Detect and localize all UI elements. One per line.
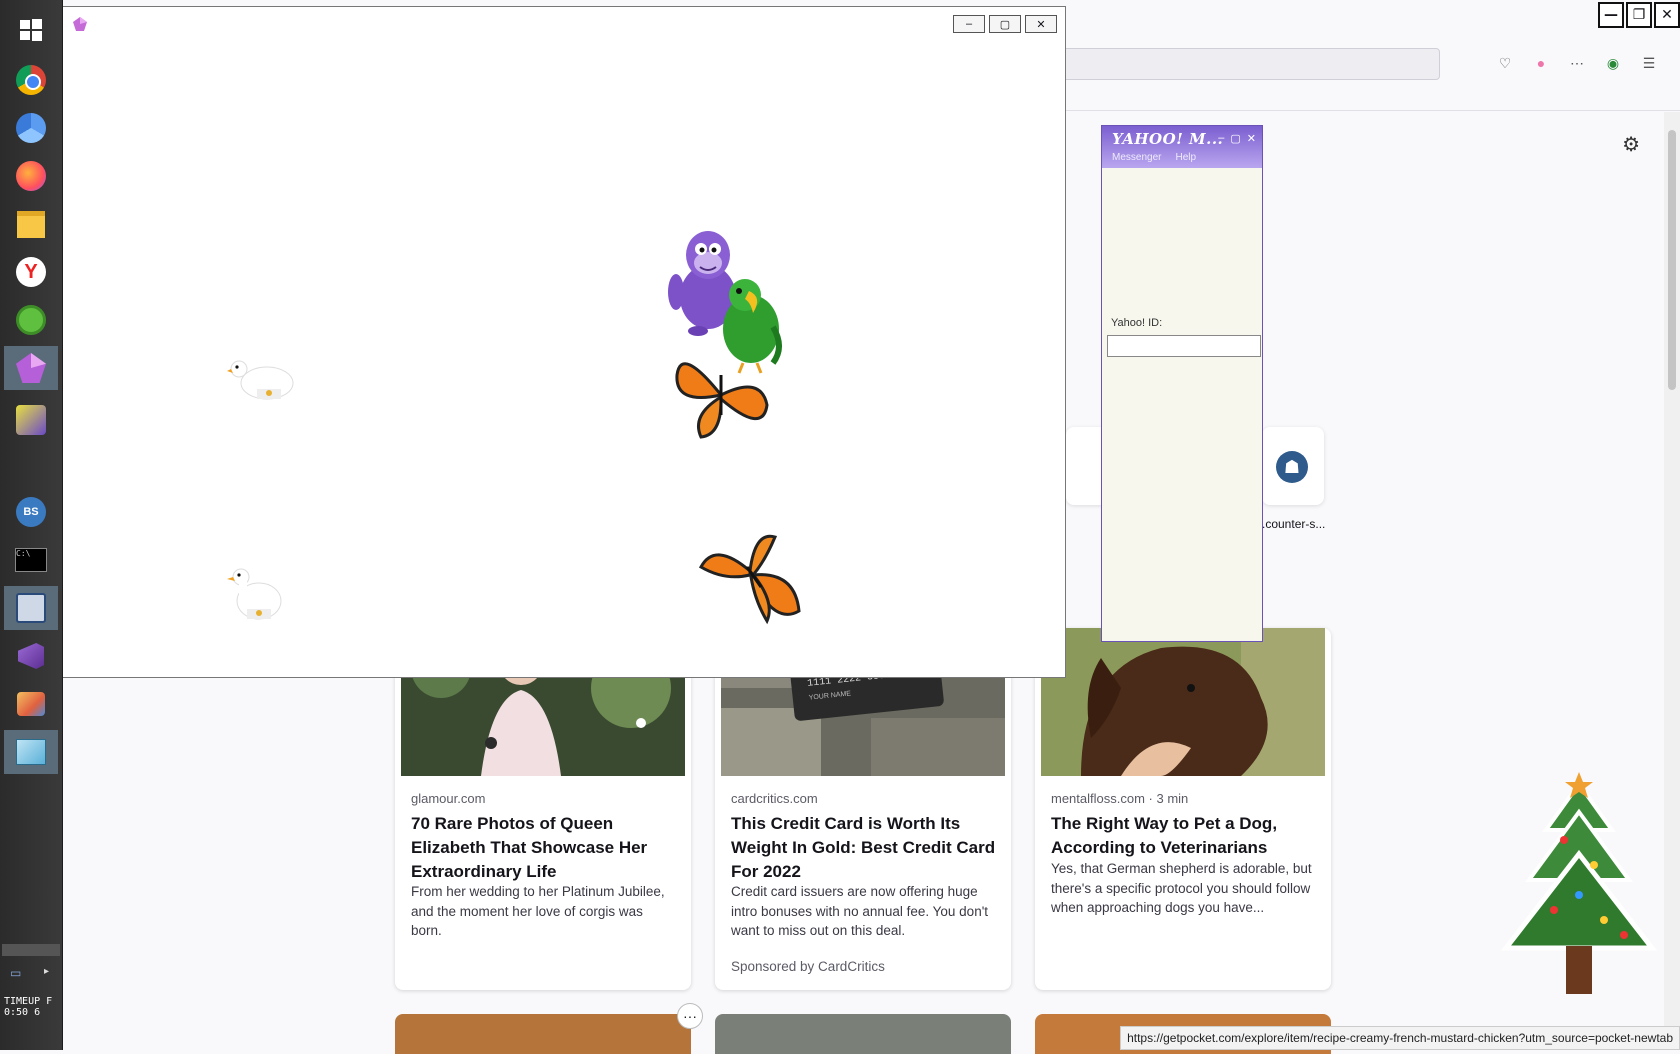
minimize-button[interactable]: –	[953, 15, 985, 33]
christmas-tree-icon[interactable]	[1494, 770, 1664, 1002]
address-bar[interactable]	[1030, 48, 1440, 80]
globe-icon[interactable]: ◉	[1604, 54, 1622, 72]
story-card-partial[interactable]	[715, 1014, 1011, 1054]
butterfly-sprite[interactable]	[695, 531, 805, 627]
taskbar-virtualbox[interactable]	[4, 586, 58, 630]
extension-icon[interactable]: ⋯	[1568, 54, 1586, 72]
story-title[interactable]: 70 Rare Photos of Queen Elizabeth That S…	[411, 812, 677, 884]
maximize-icon[interactable]: ▢	[1230, 132, 1240, 145]
virtualbox-icon	[16, 593, 46, 623]
close-icon[interactable]: ✕	[1247, 132, 1256, 145]
taskbar-firefox[interactable]	[4, 154, 58, 198]
butterfly-sprite[interactable]	[671, 345, 771, 441]
story-excerpt: Yes, that German shepherd is adorable, b…	[1051, 861, 1312, 915]
menu-help[interactable]: Help	[1175, 152, 1196, 163]
taskbar-yandex[interactable]: Y	[4, 250, 58, 294]
clock-label: TIMEUP F	[4, 996, 53, 1007]
taskbar-clock[interactable]: TIMEUP F 0:50 6	[4, 996, 60, 1018]
taskbar-chrome[interactable]	[4, 58, 58, 102]
toolbar-icons: ♡ ● ⋯ ◉ ☰	[1496, 54, 1658, 72]
dog-photo	[1041, 628, 1325, 776]
bonzi-gem-icon	[73, 17, 87, 31]
menu-messenger[interactable]: Messenger	[1112, 152, 1161, 163]
firefox-icon	[16, 161, 46, 191]
more-options-button[interactable]: ···	[677, 1003, 703, 1029]
story-title[interactable]: The Right Way to Pet a Dog, According to…	[1051, 812, 1317, 860]
green-app-icon	[16, 305, 46, 335]
tablet-icon	[16, 739, 46, 765]
clock-value: 0:50 6	[4, 1007, 41, 1018]
bonzi-window-controls: – ▢ ✕	[953, 15, 1057, 33]
yahoo-window-controls: – ▢ ✕	[1218, 132, 1256, 145]
gear-icon[interactable]: ⚙	[1622, 132, 1640, 157]
paint-icon	[17, 692, 45, 716]
story-excerpt: From her wedding to her Platinum Jubilee…	[411, 884, 665, 938]
restore-button[interactable]: ❐	[1626, 2, 1652, 28]
smiley-icon	[16, 405, 46, 435]
taskbar-chromium[interactable]	[4, 106, 58, 150]
taskbar-scrollbar[interactable]	[2, 944, 60, 956]
taskbar-bonzi-buddy[interactable]	[4, 398, 58, 442]
yahoo-title: YAHOO! M...	[1112, 130, 1224, 148]
taskbar-green-app[interactable]	[4, 298, 58, 342]
story-card-partial[interactable]	[395, 1014, 691, 1054]
minimize-button[interactable]: —	[1598, 2, 1624, 28]
story-source: mentalfloss.com · 3 min	[1051, 791, 1189, 806]
windows-start-button[interactable]	[4, 8, 58, 52]
counter-strike-icon: ☗	[1276, 451, 1308, 483]
windows-logo-icon	[20, 19, 42, 41]
taskbar-paint[interactable]	[4, 682, 58, 726]
yahoo-menu: Messenger Help	[1112, 152, 1196, 163]
flag-icon[interactable]: ●	[1532, 54, 1550, 72]
tray-monitor-icon[interactable]: ▭	[10, 966, 21, 980]
maximize-button[interactable]: ▢	[989, 15, 1021, 33]
taskbar-visual-studio[interactable]	[4, 634, 58, 678]
story-title[interactable]: This Credit Card is Worth Its Weight In …	[731, 812, 997, 884]
gem-icon	[16, 353, 46, 383]
yahoo-id-label: Yahoo! ID:	[1111, 317, 1163, 329]
shortcut-tile-counter-strike[interactable]: ☗	[1262, 427, 1324, 505]
close-button[interactable]: ✕	[1654, 2, 1680, 28]
window-controls: — ❐ ✕	[1598, 2, 1680, 28]
bonzi-titlebar[interactable]: – ▢ ✕	[63, 7, 1065, 39]
yahoo-titlebar[interactable]: YAHOO! M... – ▢ ✕ Messenger Help	[1102, 126, 1262, 168]
scroll-thumb[interactable]	[1668, 130, 1676, 390]
yahoo-id-input[interactable]	[1107, 335, 1261, 357]
shortcut-label: .counter-s...	[1262, 517, 1326, 531]
goose-sprite[interactable]	[227, 355, 297, 407]
story-card[interactable]: mentalfloss.com · 3 min The Right Way to…	[1035, 628, 1331, 990]
taskbar-tablet-app[interactable]	[4, 730, 58, 774]
chromium-icon	[16, 113, 46, 143]
story-card[interactable]: 1111 2222 3333 4444 YOUR NAME cardcritic…	[715, 628, 1011, 990]
taskbar-file-explorer[interactable]	[4, 202, 58, 246]
story-excerpt: Credit card issuers are now offering hug…	[731, 884, 989, 938]
yandex-icon: Y	[16, 257, 46, 287]
yahoo-messenger-window[interactable]: YAHOO! M... – ▢ ✕ Messenger Help Yahoo! …	[1101, 125, 1263, 642]
tray-expand-icon[interactable]: ▸	[44, 966, 49, 977]
taskbar-terminal[interactable]: C:\	[4, 538, 58, 582]
story-card[interactable]: glamour.com 70 Rare Photos of Queen Eliz…	[395, 628, 691, 990]
menu-icon[interactable]: ☰	[1640, 54, 1658, 72]
chrome-icon	[16, 65, 46, 95]
terminal-icon: C:\	[15, 548, 47, 572]
taskbar-bonzi-gem[interactable]	[4, 346, 58, 390]
status-bar-url: https://getpocket.com/explore/item/recip…	[1120, 1026, 1680, 1050]
story-source: cardcritics.com	[731, 791, 818, 806]
story-source: glamour.com	[411, 791, 486, 806]
sponsor-label: Sponsored by CardCritics	[731, 959, 885, 974]
goose-sprite[interactable]	[227, 565, 287, 625]
folder-icon	[17, 210, 45, 238]
page-scrollbar[interactable]	[1664, 112, 1680, 1050]
visual-studio-icon	[18, 643, 44, 669]
taskbar-bs-app[interactable]: BS	[4, 490, 58, 534]
close-button[interactable]: ✕	[1025, 15, 1057, 33]
minimize-icon[interactable]: –	[1218, 132, 1224, 145]
pocket-icon[interactable]: ♡	[1496, 54, 1514, 72]
bs-app-icon: BS	[16, 497, 46, 527]
vertical-taskbar: Y BS C:\ ▭ ▸ TIMEUP F 0:50 6	[0, 0, 63, 1050]
bonzi-overlay-window[interactable]: – ▢ ✕	[62, 6, 1066, 678]
